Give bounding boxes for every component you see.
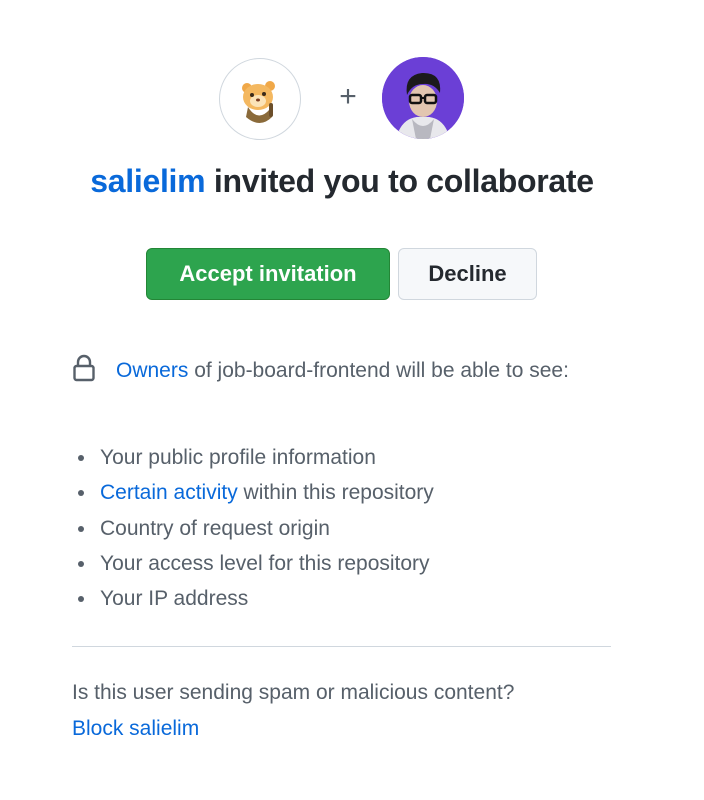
accept-invitation-button[interactable]: Accept invitation bbox=[146, 248, 390, 300]
list-item: Country of request origin bbox=[72, 511, 632, 546]
bullet-icon bbox=[78, 596, 84, 603]
owners-link[interactable]: Owners bbox=[116, 359, 188, 382]
bullet-icon bbox=[78, 490, 84, 497]
inviter-avatar-illustration-icon bbox=[242, 81, 275, 123]
bullet-icon bbox=[78, 560, 84, 567]
invite-title-text: invited you to collaborate bbox=[205, 163, 594, 199]
list-item: Your IP address bbox=[72, 581, 632, 616]
lock-icon bbox=[73, 354, 95, 382]
visibility-notice: Owners of job-board-frontend will be abl… bbox=[72, 352, 632, 389]
notice-text: of job-board-frontend will be able to se… bbox=[188, 359, 569, 382]
list-item-text: Your public profile information bbox=[100, 446, 376, 469]
list-item: Your public profile information bbox=[72, 440, 632, 475]
list-item-text: Country of request origin bbox=[100, 516, 330, 540]
inviter-username-link[interactable]: salielim bbox=[90, 163, 205, 199]
list-item: Certain activity within this repository bbox=[72, 475, 632, 510]
plus-symbol: + bbox=[339, 80, 357, 113]
list-item-text: Your IP address bbox=[100, 587, 249, 611]
list-item-text: Your access level for this repository bbox=[100, 551, 430, 575]
user-avatar-photo-icon bbox=[382, 57, 464, 139]
decline-button[interactable]: Decline bbox=[398, 248, 537, 300]
bullet-icon bbox=[78, 525, 84, 532]
user-avatar[interactable] bbox=[382, 57, 464, 139]
certain-activity-link[interactable]: Certain activity bbox=[100, 481, 238, 504]
permissions-list: Your public profile information Certain … bbox=[72, 440, 632, 616]
block-user-link[interactable]: Block salielim bbox=[72, 712, 199, 746]
avatar-row: + bbox=[0, 57, 704, 143]
invite-title: salielim invited you to collaborate bbox=[0, 163, 684, 200]
divider bbox=[72, 646, 611, 647]
bullet-icon bbox=[78, 455, 84, 461]
list-item-text: within this repository bbox=[237, 481, 434, 505]
spam-question: Is this user sending spam or malicious c… bbox=[72, 681, 515, 704]
inviter-avatar[interactable] bbox=[219, 58, 301, 140]
list-item: Your access level for this repository bbox=[72, 546, 632, 581]
